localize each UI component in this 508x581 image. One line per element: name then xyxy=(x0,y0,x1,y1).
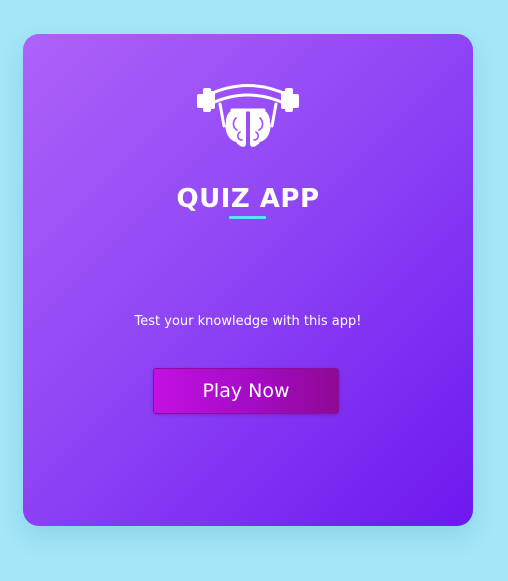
app-title: QUIZ APP xyxy=(176,184,320,214)
brain-dumbbell-icon xyxy=(196,80,300,152)
title-underline xyxy=(229,216,266,219)
play-now-button[interactable]: Play Now xyxy=(153,368,339,414)
quiz-card: QUIZ APP Test your knowledge with this a… xyxy=(23,34,473,526)
app-tagline: Test your knowledge with this app! xyxy=(134,314,362,329)
